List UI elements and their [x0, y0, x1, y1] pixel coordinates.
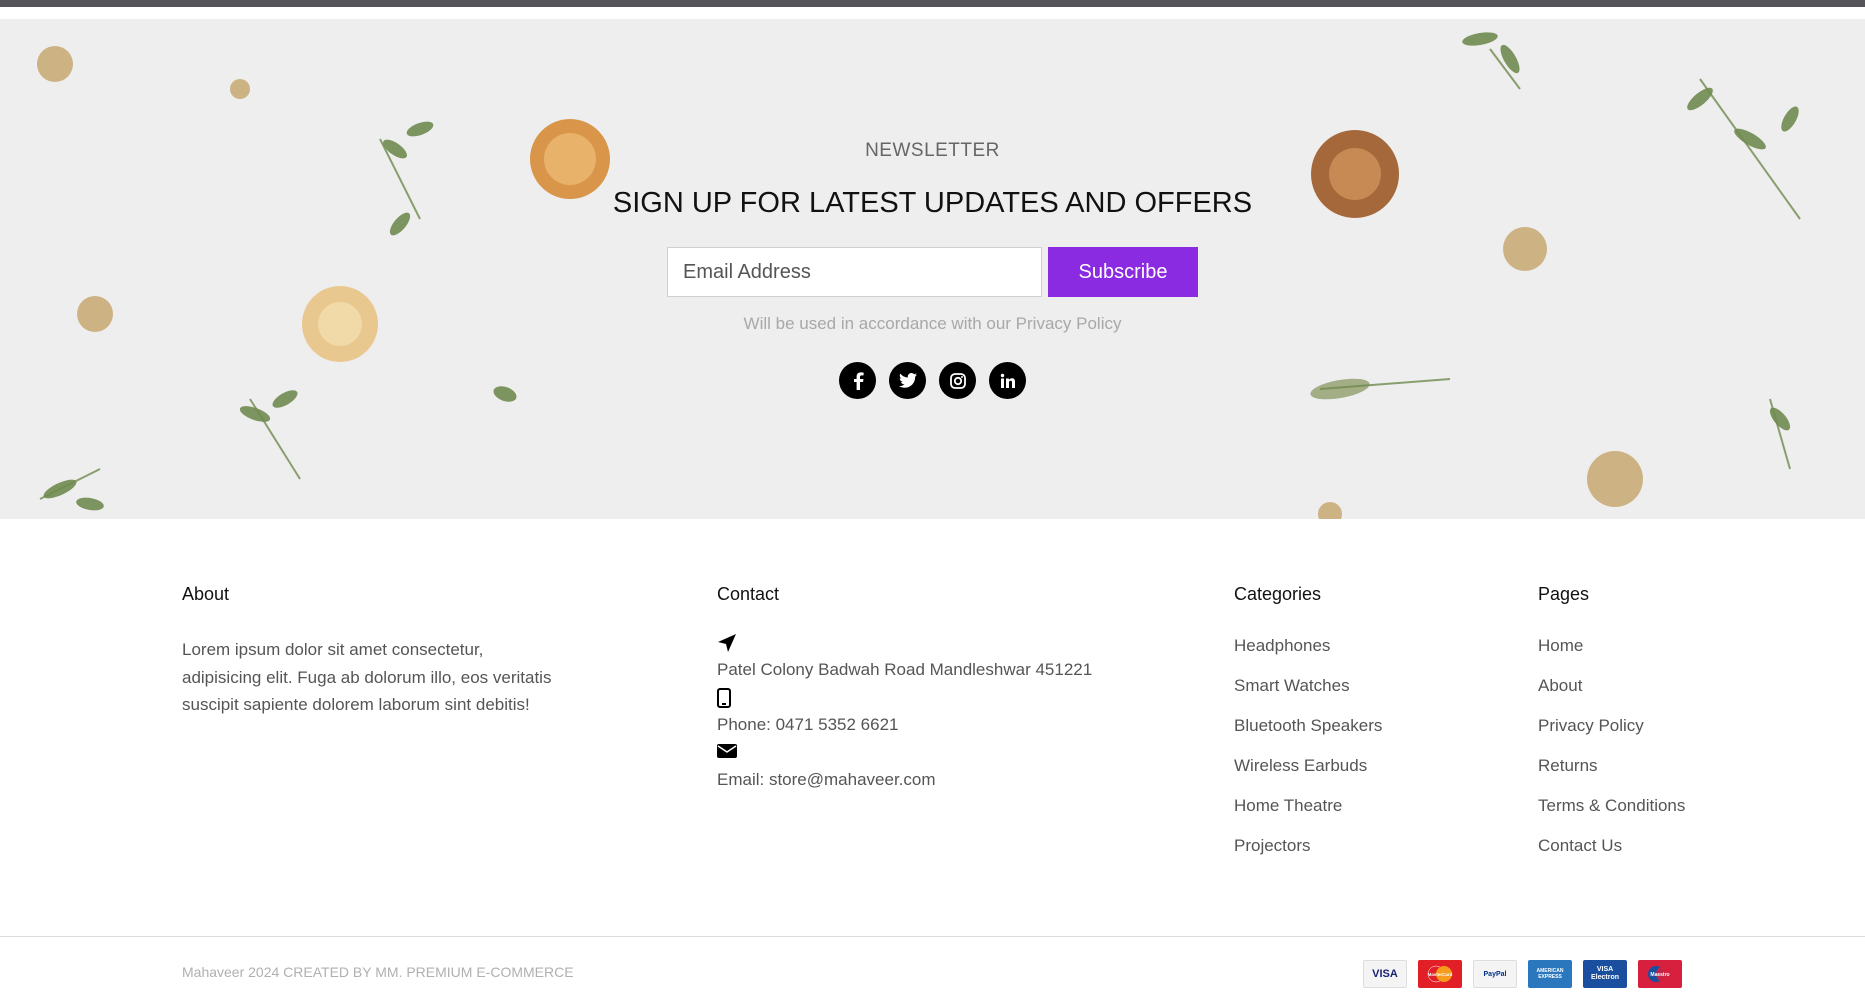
- social-links: [839, 362, 1026, 399]
- location-arrow-icon: [717, 633, 1092, 656]
- top-bar: [0, 0, 1865, 7]
- newsletter-section: NEWSLETTER SIGN UP FOR LATEST UPDATES AN…: [0, 19, 1865, 519]
- visa-electron-icon: VISA Electron: [1583, 960, 1627, 988]
- newsletter-kicker: NEWSLETTER: [865, 140, 1000, 161]
- contact-title: Contact: [717, 584, 780, 604]
- page-link[interactable]: Privacy Policy: [1538, 716, 1685, 756]
- category-link[interactable]: Projectors: [1234, 836, 1382, 876]
- category-link[interactable]: Smart Watches: [1234, 676, 1382, 716]
- payment-methods: VISA MasterCard PayPal AMERICAN EXPRESS …: [1363, 960, 1682, 988]
- mastercard-icon: MasterCard: [1418, 960, 1462, 988]
- pages-title: Pages: [1538, 584, 1590, 604]
- about-text: Lorem ipsum dolor sit amet consectetur, …: [182, 640, 552, 714]
- page-link[interactable]: Contact Us: [1538, 836, 1685, 876]
- category-link[interactable]: Home Theatre: [1234, 796, 1382, 836]
- visa-icon: VISA: [1363, 960, 1407, 988]
- contact-details: Patel Colony Badwah Road Mandleshwar 451…: [717, 633, 1092, 798]
- american-express-icon: AMERICAN EXPRESS: [1528, 960, 1572, 988]
- maestro-icon: Maestro: [1638, 960, 1682, 988]
- subscribe-button[interactable]: Subscribe: [1048, 247, 1198, 297]
- contact-address: Patel Colony Badwah Road Mandleshwar 451…: [717, 660, 1093, 679]
- category-link[interactable]: Headphones: [1234, 636, 1382, 676]
- privacy-note: Will be used in accordance with our Priv…: [743, 314, 1122, 333]
- paypal-icon: PayPal: [1473, 960, 1517, 988]
- envelope-icon: [717, 743, 1092, 766]
- page-link[interactable]: Terms & Conditions: [1538, 796, 1685, 836]
- mobile-phone-icon: [717, 688, 1092, 711]
- category-link[interactable]: Bluetooth Speakers: [1234, 716, 1382, 756]
- linkedin-icon[interactable]: [989, 362, 1026, 399]
- svg-text:MasterCard: MasterCard: [1428, 972, 1453, 977]
- email-input[interactable]: [667, 247, 1042, 297]
- svg-text:Maestro: Maestro: [1650, 972, 1669, 978]
- page-link[interactable]: Returns: [1538, 756, 1685, 796]
- categories-title: Categories: [1234, 584, 1322, 604]
- category-link[interactable]: Wireless Earbuds: [1234, 756, 1382, 796]
- contact-phone: Phone: 0471 5352 6621: [717, 715, 899, 734]
- footer-divider: [0, 936, 1865, 937]
- twitter-icon[interactable]: [889, 362, 926, 399]
- categories-list: Headphones Smart Watches Bluetooth Speak…: [1234, 636, 1382, 876]
- facebook-icon[interactable]: [839, 362, 876, 399]
- page-link[interactable]: About: [1538, 676, 1685, 716]
- newsletter-title: SIGN UP FOR LATEST UPDATES AND OFFERS: [612, 187, 1253, 219]
- instagram-icon[interactable]: [939, 362, 976, 399]
- page-link[interactable]: Home: [1538, 636, 1685, 676]
- copyright-text: Mahaveer 2024 CREATED BY MM. PREMIUM E-C…: [182, 964, 574, 980]
- contact-email: Email: store@mahaveer.com: [717, 770, 936, 789]
- about-title: About: [182, 584, 230, 604]
- pages-list: Home About Privacy Policy Returns Terms …: [1538, 636, 1685, 876]
